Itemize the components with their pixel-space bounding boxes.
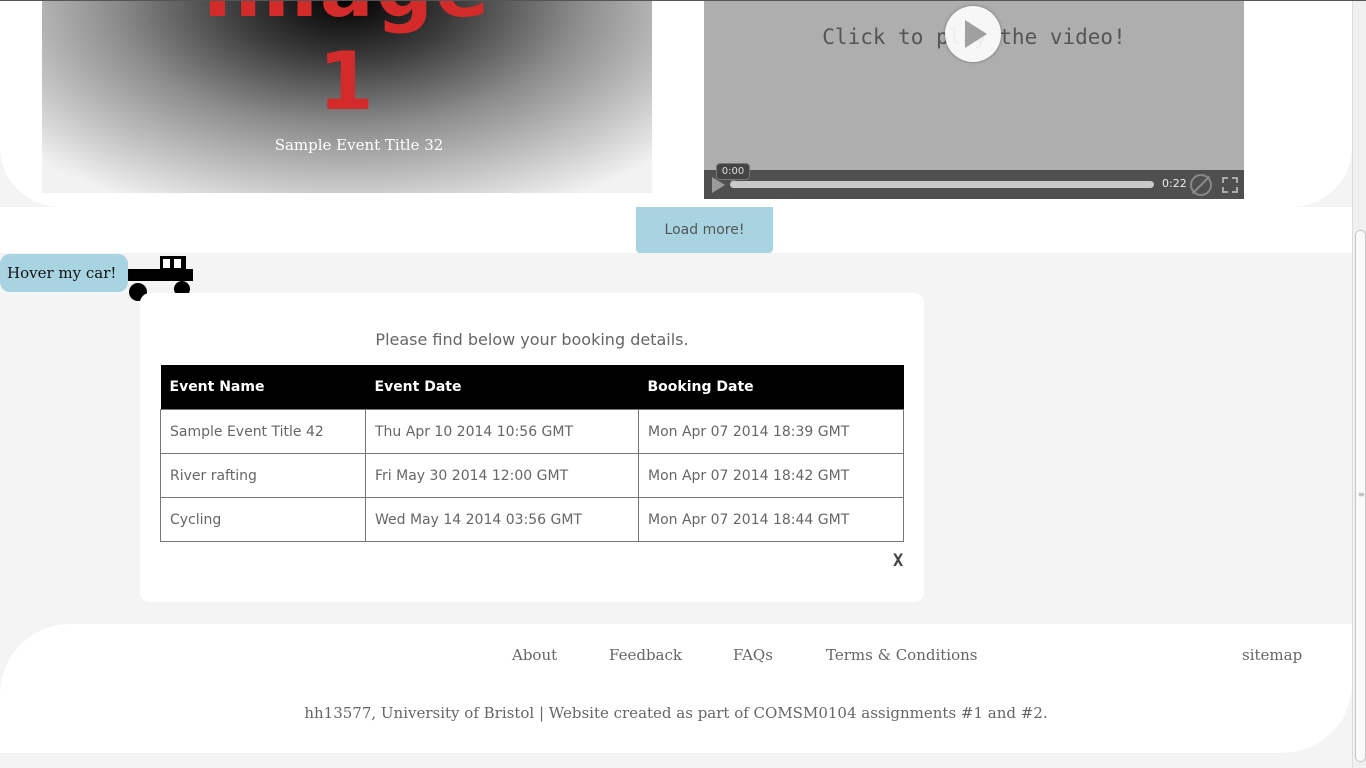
table-cell: Mon Apr 07 2014 18:42 GMT [638,453,904,498]
footer-credit: hh13577, University of Bristol | Website… [304,704,1048,722]
table-cell: Cycling [160,497,366,542]
footer-link-sitemap[interactable]: sitemap [1242,646,1302,664]
table-cell: Mon Apr 07 2014 18:39 GMT [638,409,904,454]
footer: About Feedback FAQs Terms & Conditions s… [0,624,1352,753]
table-row: Sample Event Title 42 Thu Apr 10 2014 10… [160,409,904,454]
gallery-card: Image 1 Sample Event Title 32 Click to p… [0,0,1352,207]
load-more-button[interactable]: Load more! [636,207,773,253]
table-cell: Sample Event Title 42 [160,409,366,454]
hover-car-button[interactable]: Hover my car! [0,254,128,292]
footer-link-faqs[interactable]: FAQs [733,646,773,664]
booking-details-card: Please find below your booking details. … [140,293,924,602]
scrollbar[interactable]: ≡ [1352,0,1366,768]
table-cell: Wed May 14 2014 03:56 GMT [365,497,639,542]
footer-link-terms[interactable]: Terms & Conditions [826,646,977,664]
top-border [0,0,1366,1]
image-caption: Sample Event Title 32 [274,136,444,154]
event-image[interactable]: Image 1 Sample Event Title 32 [42,0,652,193]
table-cell: River rafting [160,453,366,498]
mute-icon[interactable] [1190,174,1212,196]
footer-link-about[interactable]: About [512,646,557,664]
video-controls: 0:00 0:22 [704,163,1244,199]
progress-bar[interactable] [730,181,1154,188]
scrollbar-thumb[interactable]: ≡ [1355,230,1366,762]
table-row: River rafting Fri May 30 2014 12:00 GMT … [160,453,904,498]
duration: 0:22 [1162,177,1187,190]
table-row: Cycling Wed May 14 2014 03:56 GMT Mon Ap… [160,497,904,542]
table-header-row: Event Name Event Date Booking Date [160,365,904,410]
table-cell: Thu Apr 10 2014 10:56 GMT [365,409,639,454]
close-button[interactable]: X [893,551,903,571]
booking-table: Event Name Event Date Booking Date Sampl… [160,365,904,542]
image-placeholder-text: Image 1 [203,0,490,128]
table-cell: Mon Apr 07 2014 18:44 GMT [638,497,904,542]
fullscreen-icon[interactable] [1222,177,1238,193]
column-header: Booking Date [638,365,904,410]
table-cell: Fri May 30 2014 12:00 GMT [365,453,639,498]
booking-message: Please find below your booking details. [375,330,689,349]
big-play-icon[interactable] [945,6,1001,62]
scrollbar-grip-icon: ≡ [1358,490,1365,499]
column-header: Event Name [160,365,366,410]
footer-link-feedback[interactable]: Feedback [609,646,682,664]
column-header: Event Date [365,365,639,410]
current-time: 0:00 [716,163,750,183]
video-player[interactable]: Click to play the video! 0:00 0:22 [704,1,1244,199]
